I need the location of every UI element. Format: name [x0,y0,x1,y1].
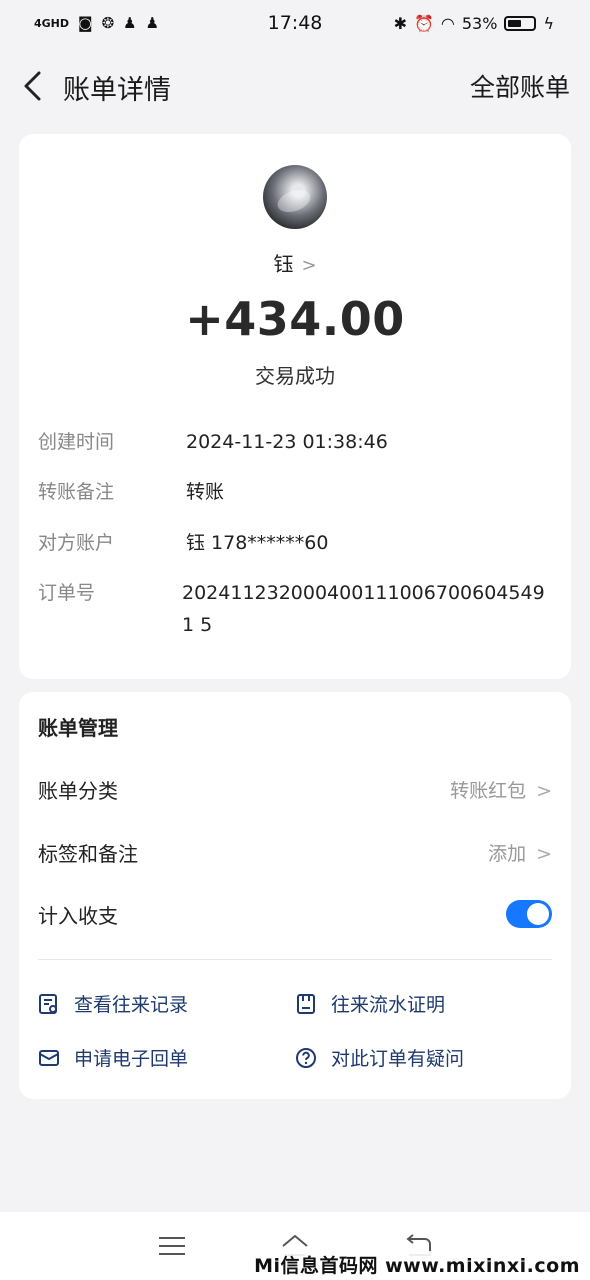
transaction-proof-label: 往来流水证明 [331,994,446,1016]
toggle-knob [527,903,549,925]
divider [38,959,552,960]
electronic-receipt-button[interactable]: 申请电子回单 [38,1044,188,1071]
page-title: 账单详情 [63,75,171,106]
menu-icon[interactable] [157,1233,187,1259]
income-row: 计入收支 [38,894,552,934]
document-icon [297,993,315,1014]
bill-category-row[interactable]: 账单分类 转账红包 > [38,769,552,809]
chevron-right-icon: > [536,842,552,865]
payee-row[interactable]: 钰 > [19,248,571,277]
signal-icon: 4GHD [34,16,70,30]
electronic-receipt-label: 申请电子回单 [74,1048,189,1070]
help-icon [296,1047,316,1068]
nav-bar: 账单详情 全部账单 [0,56,590,116]
battery-icon [504,15,537,31]
tags-notes-value: 添加 [488,842,527,865]
back-arrow-icon[interactable] [20,70,48,102]
charging-icon: ϟ [543,13,554,33]
detail-label: 订单号 [38,582,96,604]
payee-name: 钰 [273,252,294,276]
tags-notes-row[interactable]: 标签和备注 添加 > [38,832,552,872]
transaction-proof-button[interactable]: 往来流水证明 [295,990,445,1017]
detail-row-counterparty: 对方账户 钰 178******60 [38,527,552,559]
section-title: 账单管理 [38,716,118,740]
wifi-icon: ◠ [440,13,455,33]
chevron-right-icon: > [301,255,317,276]
watermark: Mi信息首码网 www.mixinxi.com [250,1251,584,1278]
mail-icon [39,1049,59,1066]
battery-percent: 53% [461,13,498,33]
view-history-label: 查看往来记录 [74,994,189,1016]
avatar[interactable] [263,165,327,229]
chevron-right-icon: > [536,779,552,802]
detail-value: 钰 178******60 [186,532,329,554]
detail-label: 对方账户 [38,532,115,554]
bill-category-value-wrap: 转账红包 > [450,776,552,803]
detail-row-order-number: 订单号 2024112320004001110067006045491 5 [38,577,552,641]
transaction-card: 钰 > +434.00 交易成功 创建时间 2024-11-23 01:38:46… [19,134,571,679]
alarm-icon: ⏰ [413,13,434,33]
detail-label: 创建时间 [38,431,115,453]
status-bar: 4GHD ◙ ❂ ♟ ♟ 17:48 ✱ ⏰ ◠ 53% ϟ [0,0,590,46]
income-toggle[interactable] [506,900,552,928]
battery-fill [508,19,522,27]
record-list-icon [39,993,57,1014]
tags-notes-label: 标签和备注 [38,841,138,866]
bill-management-card: 账单管理 账单分类 转账红包 > 标签和备注 添加 > 计入收支 查看往来记录 往来… [19,692,571,1099]
penguin-icon-2: ♟ [145,14,160,32]
detail-value: 2024112320004001110067006045491 5 [182,582,545,636]
detail-value: 2024-11-23 01:38:46 [186,431,388,453]
qq-icon: ◙ [78,14,93,32]
bill-category-value: 转账红包 [450,779,527,802]
income-label: 计入收支 [38,903,118,928]
detail-value: 转账 [186,481,225,503]
bluetooth-icon: ✱ [393,13,407,33]
order-question-label: 对此订单有疑问 [331,1048,465,1070]
tags-notes-value-wrap: 添加 > [488,839,552,866]
status-right-icons: ✱ ⏰ ◠ 53% ϟ [394,14,554,33]
detail-row-transfer-note: 转账备注 转账 [38,476,552,508]
detail-label: 转账备注 [38,481,115,503]
penguin-icon: ♟ [123,14,137,32]
transaction-status: 交易成功 [255,364,335,388]
all-bills-link[interactable]: 全部账单 [470,68,570,104]
status-left-icons: 4GHD ◙ ❂ ♟ ♟ [34,14,159,32]
bill-category-label: 账单分类 [38,778,118,803]
detail-row-created-time: 创建时间 2024-11-23 01:38:46 [38,426,552,458]
transaction-amount: +434.00 [185,292,405,346]
weibo-icon: ❂ [101,14,115,32]
view-history-button[interactable]: 查看往来记录 [38,990,188,1017]
order-question-button[interactable]: 对此订单有疑问 [295,1044,464,1071]
